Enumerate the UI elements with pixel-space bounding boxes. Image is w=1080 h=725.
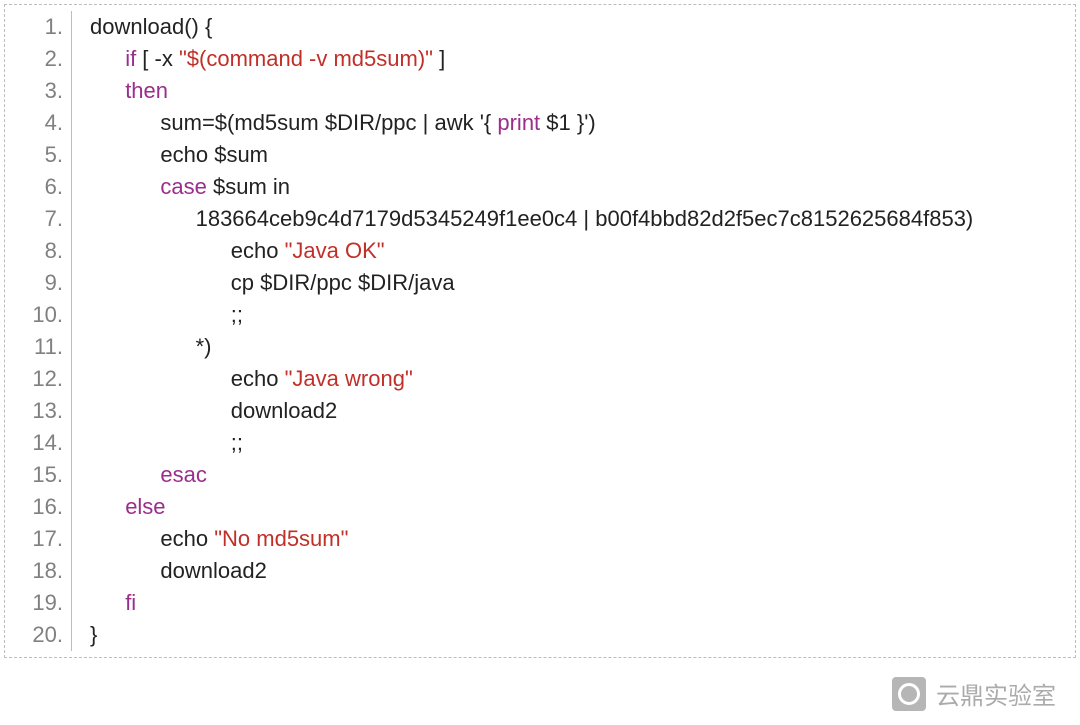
line-number: 7.	[5, 203, 72, 235]
code-line: ;;	[72, 299, 1075, 331]
code-token: "Java wrong"	[285, 366, 413, 391]
code-token: "$(command -v md5sum)"	[179, 46, 433, 71]
code-line: then	[72, 75, 1075, 107]
line-number: 2.	[5, 43, 72, 75]
line-number: 9.	[5, 267, 72, 299]
line-number: 12.	[5, 363, 72, 395]
line-number: 6.	[5, 171, 72, 203]
code-row: 19. fi	[5, 587, 1075, 619]
code-line: else	[72, 491, 1075, 523]
code-token: $1 }')	[540, 110, 596, 135]
code-token: ;;	[231, 430, 243, 455]
code-row: 14.;;	[5, 427, 1075, 459]
line-number: 19.	[5, 587, 72, 619]
code-token: if	[125, 46, 136, 71]
code-row: 5. echo $sum	[5, 139, 1075, 171]
code-row: 10.;;	[5, 299, 1075, 331]
line-number: 20.	[5, 619, 72, 651]
code-token: ;;	[231, 302, 243, 327]
line-number: 4.	[5, 107, 72, 139]
code-line: echo "No md5sum"	[72, 523, 1075, 555]
line-number: 1.	[5, 11, 72, 43]
code-line: download2	[72, 555, 1075, 587]
code-row: 18. download2	[5, 555, 1075, 587]
line-number: 16.	[5, 491, 72, 523]
code-token: echo	[231, 366, 285, 391]
code-token: }	[90, 622, 97, 647]
line-number: 13.	[5, 395, 72, 427]
line-number: 17.	[5, 523, 72, 555]
code-row: 3. then	[5, 75, 1075, 107]
code-token: esac	[160, 462, 206, 487]
line-number: 11.	[5, 331, 72, 363]
code-line: download() {	[72, 11, 1075, 43]
code-row: 15. esac	[5, 459, 1075, 491]
line-number: 10.	[5, 299, 72, 331]
code-token: [ -x	[136, 46, 179, 71]
code-row: 1. download() {	[5, 11, 1075, 43]
code-line: fi	[72, 587, 1075, 619]
code-line: esac	[72, 459, 1075, 491]
code-row: 2.if [ -x "$(command -v md5sum)" ]	[5, 43, 1075, 75]
line-number: 14.	[5, 427, 72, 459]
code-row: 12.echo "Java wrong"	[5, 363, 1075, 395]
code-line: cp $DIR/ppc $DIR/java	[72, 267, 1075, 299]
code-row: 17.echo "No md5sum"	[5, 523, 1075, 555]
code-token: *)	[196, 334, 212, 359]
line-number: 15.	[5, 459, 72, 491]
watermark: 云鼎实验室	[892, 676, 1056, 711]
code-line: if [ -x "$(command -v md5sum)" ]	[72, 43, 1075, 75]
code-block-frame: 1.download() {2.if [ -x "$(command -v md…	[4, 4, 1076, 658]
code-block: 1.download() {2.if [ -x "$(command -v md…	[5, 5, 1075, 657]
code-line: *)	[72, 331, 1075, 363]
code-line: }	[72, 619, 1075, 651]
code-line: case $sum in	[72, 171, 1075, 203]
code-row: 11. *)	[5, 331, 1075, 363]
code-line: sum=$(md5sum $DIR/ppc | awk '{ print $1 …	[72, 107, 1075, 139]
line-number: 5.	[5, 139, 72, 171]
code-token: echo	[231, 238, 285, 263]
code-line: echo "Java OK"	[72, 235, 1075, 267]
code-row: 16. else	[5, 491, 1075, 523]
code-token: download() {	[90, 14, 212, 39]
code-token: download2	[160, 558, 266, 583]
code-line: ;;	[72, 427, 1075, 459]
code-token: fi	[125, 590, 136, 615]
watermark-label: 云鼎实验室	[936, 676, 1056, 711]
code-row: 13. download2	[5, 395, 1075, 427]
code-row: 4.sum=$(md5sum $DIR/ppc | awk '{ print $…	[5, 107, 1075, 139]
code-token: "Java OK"	[285, 238, 385, 263]
code-row: 20.}	[5, 619, 1075, 651]
code-token: 183664ceb9c4d7179d5345249f1ee0c4 | b00f4…	[196, 206, 974, 231]
code-line: echo "Java wrong"	[72, 363, 1075, 395]
line-number: 18.	[5, 555, 72, 587]
code-token: cp $DIR/ppc $DIR/java	[231, 270, 455, 295]
code-row: 9. cp $DIR/ppc $DIR/java	[5, 267, 1075, 299]
code-line: download2	[72, 395, 1075, 427]
code-token: $sum in	[207, 174, 290, 199]
code-token: then	[125, 78, 168, 103]
code-token: print	[497, 110, 540, 135]
code-row: 6.case $sum in	[5, 171, 1075, 203]
code-line: echo $sum	[72, 139, 1075, 171]
code-line: 183664ceb9c4d7179d5345249f1ee0c4 | b00f4…	[72, 203, 1075, 235]
code-token: ]	[433, 46, 445, 71]
code-row: 8.echo "Java OK"	[5, 235, 1075, 267]
code-token: sum=$(md5sum $DIR/ppc | awk '{	[160, 110, 497, 135]
wechat-icon	[892, 677, 926, 711]
code-token: case	[160, 174, 206, 199]
code-token: echo $sum	[160, 142, 268, 167]
code-token: echo	[160, 526, 214, 551]
code-token: else	[125, 494, 165, 519]
line-number: 8.	[5, 235, 72, 267]
code-token: download2	[231, 398, 337, 423]
code-token: "No md5sum"	[214, 526, 348, 551]
line-number: 3.	[5, 75, 72, 107]
code-row: 7. 183664ceb9c4d7179d5345249f1ee0c4 | b00…	[5, 203, 1075, 235]
